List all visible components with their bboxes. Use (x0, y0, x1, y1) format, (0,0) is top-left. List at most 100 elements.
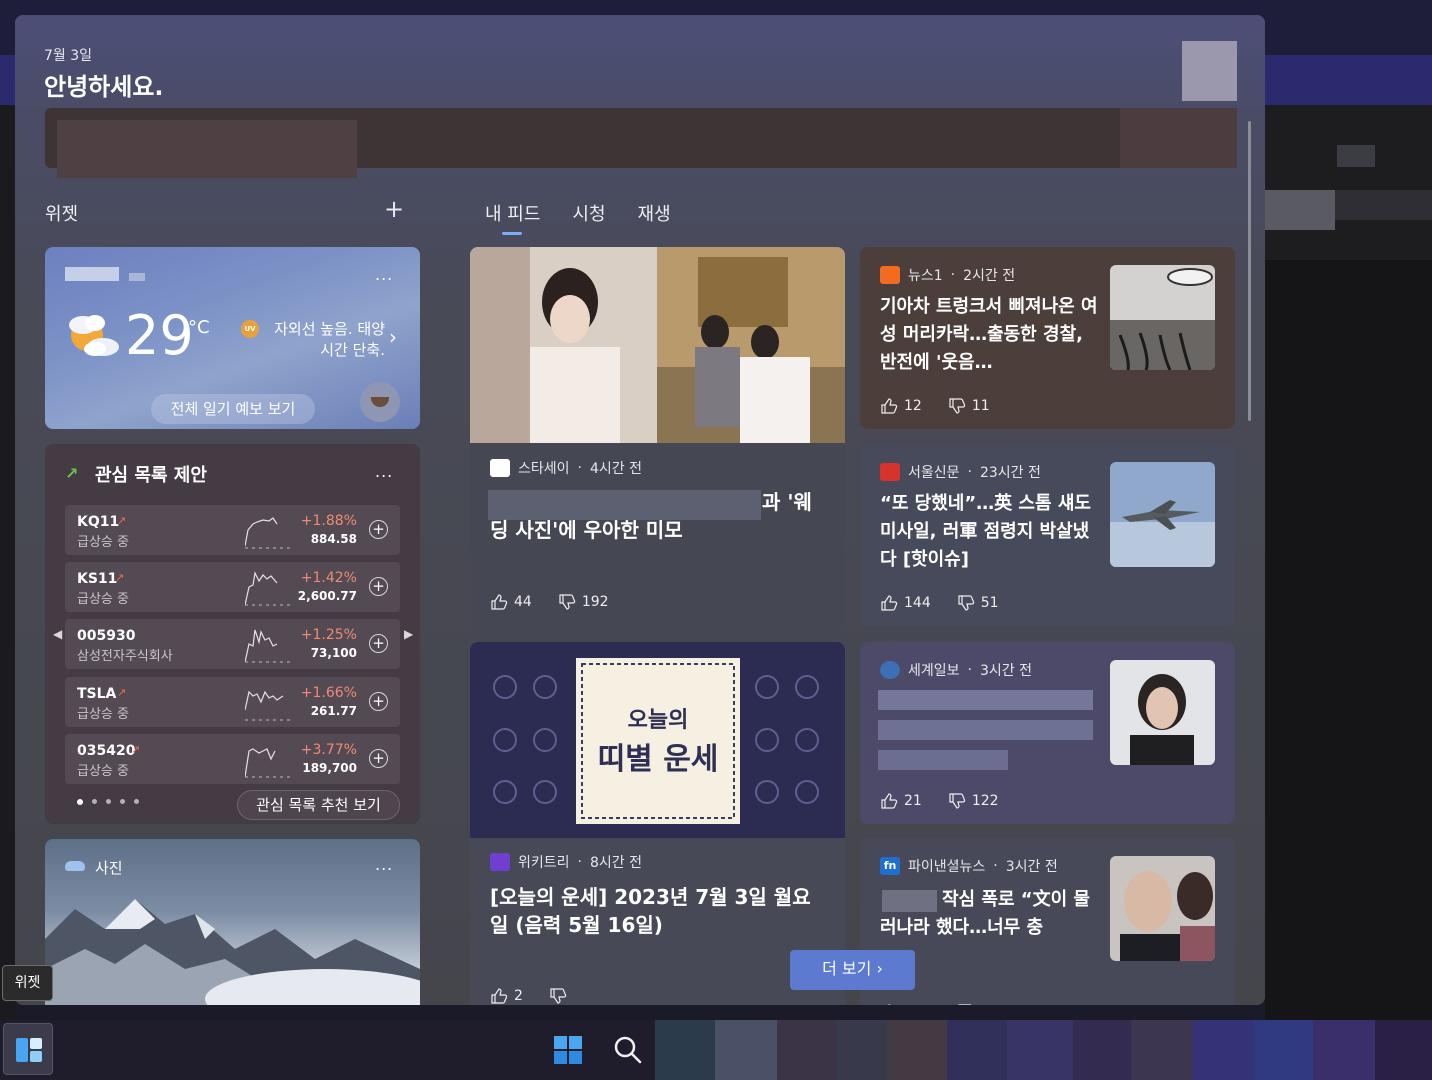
photos-menu-icon[interactable]: ... (375, 855, 393, 874)
widgets-taskbar-button[interactable] (3, 1023, 53, 1075)
news-card[interactable]: 뉴스1 · 2시간 전 기아차 트렁크서 삐져나온 여성 머리카락…출동한 경찰, … (860, 247, 1235, 429)
stock-sub: 급상승 중 (77, 707, 129, 722)
add-stock-button[interactable]: + (369, 749, 388, 768)
add-stock-button[interactable]: + (369, 634, 388, 653)
news-headline[interactable]: 과 '웨딩 사진'에 우아한 미모 (490, 488, 825, 544)
watchlist-recommend-button[interactable]: 관심 목록 추천 보기 (237, 790, 400, 820)
stock-sub: 급상승 중 (77, 592, 129, 607)
fortune-image-title: 오늘의 (627, 708, 689, 733)
photos-title: 사진 (95, 859, 123, 877)
sparkline-chart (245, 748, 290, 778)
news-photo (470, 247, 845, 443)
tab-watch[interactable]: 시청 (572, 200, 605, 226)
news-headline[interactable]: [오늘의 운세] 2023년 7월 3일 월요일 (음력 5월 16일) (490, 883, 825, 939)
news-card[interactable]: 서울신문 · 23시간 전 “또 당했네”…英 스톰 섀도 미사일, 러軍 점령지 … (860, 444, 1235, 626)
location-label-blurred (65, 267, 119, 281)
photos-card[interactable]: 사진 ... (45, 839, 420, 1005)
like-icon[interactable] (880, 397, 898, 415)
add-stock-button[interactable]: + (369, 577, 388, 596)
weather-card[interactable]: ... 29 °C UV 자외선 높음. 태양 시간 단축. › 전체 일기 예… (45, 247, 420, 429)
stock-change: +1.25% (300, 627, 357, 643)
widgets-title: 위젯 (45, 204, 79, 225)
tab-play[interactable]: 재생 (638, 200, 671, 226)
news-headline[interactable]: 기아차 트렁크서 삐져나온 여성 머리카락…출동한 경찰, 반전에 '웃음… (880, 293, 1105, 377)
stock-row[interactable]: KQ11 ↗ 급상승 중 +1.88% 884.58 + (65, 505, 400, 555)
reactions: 115 71 (880, 1003, 999, 1005)
full-forecast-button[interactable]: 전체 일기 예보 보기 (151, 394, 315, 424)
start-icon[interactable] (553, 1035, 583, 1065)
stock-row[interactable]: 005930 삼성전자주식회사 +1.25% 73,100 + (65, 619, 400, 669)
news-source: fn 파이낸셜뉴스 · 3시간 전 (880, 856, 1058, 876)
like-icon[interactable] (490, 593, 508, 611)
stock-symbol: KS11 (77, 571, 118, 587)
like-count: 115 (904, 1004, 931, 1005)
reactions: 12 11 (880, 397, 990, 415)
weather-companion-icon[interactable] (360, 382, 400, 422)
location-sub-blurred (129, 273, 145, 281)
redacted-text (878, 690, 1093, 710)
stock-change: +3.77% (300, 742, 357, 758)
like-icon[interactable] (880, 1003, 898, 1005)
dislike-icon[interactable] (957, 594, 975, 612)
stock-row[interactable]: TSLA ↗ 급상승 중 +1.66% 261.77 + (65, 677, 400, 727)
cloud-icon (65, 861, 85, 871)
dislike-icon[interactable] (948, 792, 966, 810)
like-count: 44 (514, 594, 532, 610)
stock-symbol: KQ11 (77, 514, 120, 530)
sparkline-chart (245, 517, 290, 549)
news-time: 3시간 전 (1005, 859, 1058, 875)
banner-ad[interactable] (45, 108, 1237, 178)
stock-row[interactable]: 035420 ↗ 급상승 중 +3.77% 189,700 + (65, 734, 400, 784)
weather-alert[interactable]: 자외선 높음. 태양 시간 단축. (265, 319, 385, 361)
news-card[interactable]: 스타세이 · 4시간 전 과 '웨딩 사진'에 우아한 미모 44 192 (470, 247, 845, 627)
trending-icon: ↗ (117, 686, 127, 699)
dislike-count: 51 (980, 595, 999, 611)
watchlist-menu-icon[interactable]: ... (375, 462, 393, 481)
like-icon[interactable] (880, 594, 898, 612)
dislike-count: 71 (981, 1004, 999, 1005)
add-stock-button[interactable]: + (369, 692, 388, 711)
stock-row[interactable]: KS11 ↗ 급상승 중 +1.42% 2,600.77 + (65, 562, 400, 612)
watchlist-card: ↗ 관심 목록 제안 ... ◀ ▶ KQ11 ↗ 급상승 중 +1.88% 8… (45, 444, 420, 824)
dislike-icon[interactable] (558, 593, 576, 611)
add-widget-button[interactable]: + (384, 197, 404, 221)
chevron-right-icon[interactable]: › (389, 325, 397, 349)
stock-value: 73,100 (310, 646, 357, 660)
dislike-icon[interactable] (957, 1003, 975, 1005)
dislike-icon[interactable] (948, 397, 966, 415)
carousel-prev-button[interactable]: ◀ (53, 627, 62, 641)
reactions: 144 51 (880, 594, 999, 612)
tab-my-feed[interactable]: 내 피드 (485, 200, 540, 235)
source-logo-icon (880, 463, 900, 481)
news-card[interactable]: fn 파이낸셜뉴스·3시간 전 작심 폭로 “文이 물러나라 했다…너무 충 1… (860, 838, 1235, 1005)
redacted-text (878, 720, 1093, 740)
stock-change: +1.42% (300, 570, 357, 586)
watchlist-title: 관심 목록 제안 (95, 465, 207, 486)
avatar[interactable] (1182, 41, 1237, 101)
carousel-pager[interactable] (77, 799, 139, 805)
like-icon[interactable] (880, 792, 898, 810)
like-count: 2 (514, 988, 523, 1004)
dislike-icon[interactable] (549, 987, 567, 1005)
news-card[interactable]: 오늘의 띠별 운세 위키트리 · 8시간 전 [오늘의 운세] 2023년 7월 3… (470, 642, 845, 1005)
desktop-background-left (0, 105, 15, 1020)
weather-menu-icon[interactable]: ... (375, 265, 393, 284)
search-icon[interactable] (612, 1034, 644, 1066)
see-more-button[interactable]: 더 보기 › (790, 950, 915, 990)
like-icon[interactable] (490, 987, 508, 1005)
globe-icon (880, 661, 900, 679)
sparkline-chart (245, 571, 290, 606)
carousel-next-button[interactable]: ▶ (404, 627, 413, 641)
trending-icon: ↗ (131, 743, 141, 756)
greeting: 안녕하세요. (44, 73, 164, 101)
source-name: 위키트리 (518, 855, 570, 871)
widgets-board: 7월 3일 안녕하세요. 위젯 + 내 피드 시청 재생 ... 29 °C U… (15, 15, 1265, 1005)
news-headline[interactable]: “또 당했네”…英 스톰 섀도 미사일, 러軍 점령지 박살냈다 [핫이슈] (880, 490, 1105, 574)
news-source: 위키트리 · 8시간 전 (490, 852, 642, 872)
stock-change: +1.88% (300, 513, 357, 529)
temperature-unit: °C (188, 317, 210, 338)
add-stock-button[interactable]: + (369, 520, 388, 539)
news-time: 3시간 전 (979, 663, 1032, 679)
scrollbar[interactable] (1248, 121, 1251, 421)
news-card[interactable]: 세계일보 · 3시간 전 21 122 (860, 642, 1235, 824)
